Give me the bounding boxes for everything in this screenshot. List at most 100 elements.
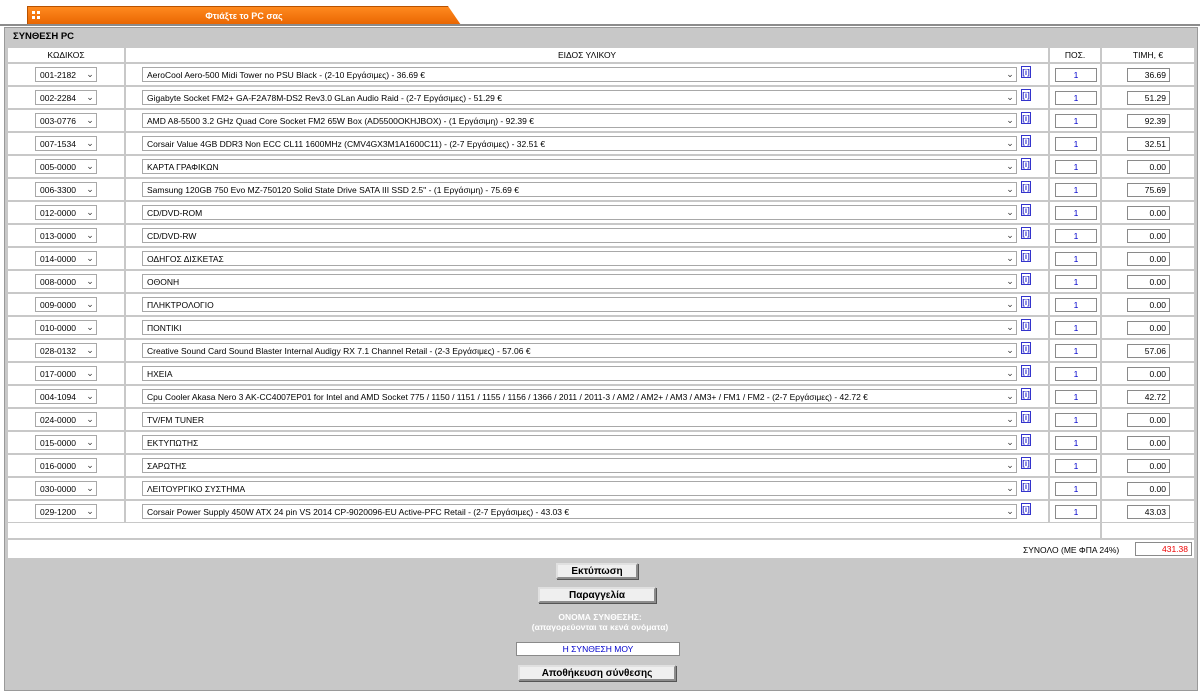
code-select[interactable]: 008-0000 ⌄ [35,274,97,289]
info-icon[interactable]: [i] [1021,66,1031,78]
info-icon[interactable]: [i] [1021,227,1031,239]
quantity-input[interactable]: 1 [1055,252,1097,266]
info-icon[interactable]: [i] [1021,434,1031,446]
code-select[interactable]: 005-0000 ⌄ [35,159,97,174]
item-select[interactable]: CD/DVD-ROM ⌄ [142,205,1017,220]
chevron-down-icon: ⌄ [86,345,94,355]
item-value: ΕΚΤΥΠΩΤΗΣ [147,437,199,448]
code-select[interactable]: 024-0000 ⌄ [35,412,97,427]
price-field: 0.00 [1127,436,1170,450]
code-value: 008-0000 [40,276,76,287]
quantity-input[interactable]: 1 [1055,367,1097,381]
quantity-input[interactable]: 1 [1055,68,1097,82]
code-select[interactable]: 002-2284 ⌄ [35,90,97,105]
item-select[interactable]: Gigabyte Socket FM2+ GA-F2A78M-DS2 Rev3.… [142,90,1017,105]
chevron-down-icon: ⌄ [86,161,94,171]
save-config-button[interactable]: Αποθήκευση σύνθεσης [518,665,676,681]
item-select[interactable]: Corsair Value 4GB DDR3 Non ECC CL11 1600… [142,136,1017,151]
quantity-input[interactable]: 1 [1055,91,1097,105]
item-select[interactable]: Cpu Cooler Akasa Nero 3 AK-CC4007EP01 fo… [142,389,1017,404]
info-icon[interactable]: [i] [1021,319,1031,331]
info-icon[interactable]: [i] [1021,457,1031,469]
price-field: 0.00 [1127,367,1170,381]
quantity-input[interactable]: 1 [1055,229,1097,243]
info-icon[interactable]: [i] [1021,273,1031,285]
info-icon[interactable]: [i] [1021,480,1031,492]
code-select[interactable]: 012-0000 ⌄ [35,205,97,220]
quantity-input[interactable]: 1 [1055,298,1097,312]
code-select[interactable]: 029-1200 ⌄ [35,504,97,519]
info-icon[interactable]: [i] [1021,342,1031,354]
info-icon[interactable]: [i] [1021,181,1031,193]
info-icon[interactable]: [i] [1021,89,1031,101]
tab-build-pc[interactable]: Φτιάξτε το PC σας [27,6,461,25]
quantity-input[interactable]: 1 [1055,114,1097,128]
code-select[interactable]: 006-3300 ⌄ [35,182,97,197]
info-icon[interactable]: [i] [1021,388,1031,400]
code-select[interactable]: 015-0000 ⌄ [35,435,97,450]
code-select[interactable]: 016-0000 ⌄ [35,458,97,473]
code-select[interactable]: 007-1534 ⌄ [35,136,97,151]
item-select[interactable]: ΚΑΡΤΑ ΓΡΑΦΙΚΩΝ ⌄ [142,159,1017,174]
quantity-input[interactable]: 1 [1055,344,1097,358]
item-select[interactable]: ΕΚΤΥΠΩΤΗΣ ⌄ [142,435,1017,450]
code-select[interactable]: 013-0000 ⌄ [35,228,97,243]
code-value: 013-0000 [40,230,76,241]
quantity-input[interactable]: 1 [1055,183,1097,197]
item-select[interactable]: AMD A8-5500 3.2 GHz Quad Core Socket FM2… [142,113,1017,128]
info-icon[interactable]: [i] [1021,503,1031,515]
quantity-input[interactable]: 1 [1055,160,1097,174]
code-select[interactable]: 014-0000 ⌄ [35,251,97,266]
code-select[interactable]: 030-0000 ⌄ [35,481,97,496]
item-value: CD/DVD-RW [147,230,197,241]
item-select[interactable]: AeroCool Aero-500 Midi Tower no PSU Blac… [142,67,1017,82]
code-select[interactable]: 028-0132 ⌄ [35,343,97,358]
item-select[interactable]: Corsair Power Supply 450W ATX 24 pin VS … [142,504,1017,519]
code-select[interactable]: 017-0000 ⌄ [35,366,97,381]
info-icon[interactable]: [i] [1021,158,1031,170]
code-select[interactable]: 003-0776 ⌄ [35,113,97,128]
chevron-down-icon: ⌄ [1006,414,1014,424]
order-button[interactable]: Παραγγελία [538,587,656,603]
quantity-input[interactable]: 1 [1055,436,1097,450]
info-icon[interactable]: [i] [1021,296,1031,308]
item-select[interactable]: ΟΘΟΝΗ ⌄ [142,274,1017,289]
item-select[interactable]: Samsung 120GB 750 Evo MZ-750120 Solid St… [142,182,1017,197]
item-select[interactable]: ΗΧΕΙΑ ⌄ [142,366,1017,381]
code-value: 002-2284 [40,92,76,103]
config-name-hint: (απαγορεύονται τα κενά ονόματα) [531,622,669,632]
info-icon[interactable]: [i] [1021,411,1031,423]
quantity-input[interactable]: 1 [1055,482,1097,496]
print-button[interactable]: Εκτύπωση [556,563,638,579]
code-select[interactable]: 009-0000 ⌄ [35,297,97,312]
item-select[interactable]: ΛΕΙΤΟΥΡΓΙΚΟ ΣΥΣΤΗΜΑ ⌄ [142,481,1017,496]
item-select[interactable]: Creative Sound Card Sound Blaster Intern… [142,343,1017,358]
chevron-down-icon: ⌄ [86,92,94,102]
item-select[interactable]: CD/DVD-RW ⌄ [142,228,1017,243]
quantity-input[interactable]: 1 [1055,275,1097,289]
code-select[interactable]: 001-2182 ⌄ [35,67,97,82]
item-select[interactable]: ΠΛΗΚΤΡΟΛΟΓΙΟ ⌄ [142,297,1017,312]
info-icon[interactable]: [i] [1021,112,1031,124]
item-select[interactable]: ΟΔΗΓΟΣ ΔΙΣΚΕΤΑΣ ⌄ [142,251,1017,266]
quantity-input[interactable]: 1 [1055,413,1097,427]
price-field: 0.00 [1127,206,1170,220]
code-select[interactable]: 010-0000 ⌄ [35,320,97,335]
chevron-down-icon: ⌄ [1006,368,1014,378]
quantity-input[interactable]: 1 [1055,321,1097,335]
item-select[interactable]: ΣΑΡΩΤΗΣ ⌄ [142,458,1017,473]
code-value: 016-0000 [40,460,76,471]
info-icon[interactable]: [i] [1021,204,1031,216]
code-select[interactable]: 004-1094 ⌄ [35,389,97,404]
quantity-input[interactable]: 1 [1055,459,1097,473]
quantity-input[interactable]: 1 [1055,390,1097,404]
quantity-input[interactable]: 1 [1055,505,1097,519]
info-icon[interactable]: [i] [1021,135,1031,147]
quantity-input[interactable]: 1 [1055,137,1097,151]
quantity-input[interactable]: 1 [1055,206,1097,220]
config-name-input[interactable]: Η ΣΥΝΘΕΣΗ ΜΟΥ [516,642,680,656]
info-icon[interactable]: [i] [1021,365,1031,377]
item-select[interactable]: TV/FM TUNER ⌄ [142,412,1017,427]
item-select[interactable]: ΠΟΝΤΙΚΙ ⌄ [142,320,1017,335]
info-icon[interactable]: [i] [1021,250,1031,262]
